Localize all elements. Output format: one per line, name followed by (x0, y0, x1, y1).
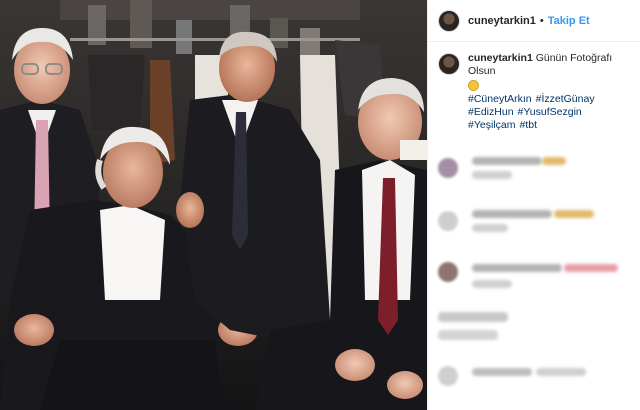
header-username[interactable]: cuneytarkin1 (468, 15, 536, 27)
blurred-avatar (438, 158, 458, 178)
blurred-comment (438, 208, 633, 248)
blurred-emoji (542, 157, 566, 165)
post-photo[interactable] (0, 0, 427, 410)
hashtag-list-2: #Yeşilçam #tbt (468, 119, 630, 132)
blurred-comment (438, 262, 633, 302)
blurred-avatar (438, 211, 458, 231)
hashtag-link[interactable]: #tbt (519, 119, 537, 132)
blurred-avatar (438, 366, 458, 386)
hashtag-link[interactable]: #İzzetGünay (536, 93, 595, 106)
caption-avatar[interactable] (438, 53, 460, 75)
blurred-text (472, 264, 562, 272)
group-photo-image (0, 0, 427, 410)
follow-button[interactable]: Takip Et (548, 15, 590, 27)
blurred-text (472, 280, 512, 288)
blurred-text (536, 368, 586, 376)
blurred-text (438, 330, 498, 340)
post-sidebar: cuneytarkin1 • Takip Et cuneytarkin1 Gün… (427, 0, 640, 410)
hashtag-link[interactable]: #CüneytArkın (468, 93, 532, 106)
profile-avatar[interactable] (438, 9, 460, 32)
blurred-text (438, 312, 508, 322)
header-separator: • (539, 14, 544, 27)
post-header: cuneytarkin1 • Takip Et (428, 0, 640, 42)
blurred-emoji (564, 264, 618, 272)
ok-hand-emoji-icon (468, 80, 479, 91)
hashtag-list: #CüneytArkın #İzzetGünay #EdizHun #Yusuf… (468, 93, 630, 119)
hashtag-link[interactable]: #EdizHun (468, 106, 514, 119)
blurred-text (472, 210, 552, 218)
blurred-emoji (554, 210, 594, 218)
blurred-text (472, 368, 532, 376)
blurred-comment (438, 362, 633, 402)
hashtag-link[interactable]: #YusufSezgin (518, 106, 582, 119)
hashtag-link[interactable]: #Yeşilçam (468, 119, 515, 132)
blurred-avatar (438, 262, 458, 282)
blurred-text (472, 171, 512, 179)
blurred-text (472, 157, 542, 165)
blurred-comment (438, 310, 633, 350)
caption-username[interactable]: cuneytarkin1 (468, 52, 533, 64)
caption-body: cuneytarkin1 Günün Fotoğrafı Olsun #Cüne… (468, 52, 630, 132)
blurred-comment (438, 155, 633, 195)
instagram-post: cuneytarkin1 • Takip Et cuneytarkin1 Gün… (0, 0, 640, 410)
blurred-text (472, 224, 508, 232)
post-caption: cuneytarkin1 Günün Fotoğrafı Olsun #Cüne… (428, 42, 640, 132)
